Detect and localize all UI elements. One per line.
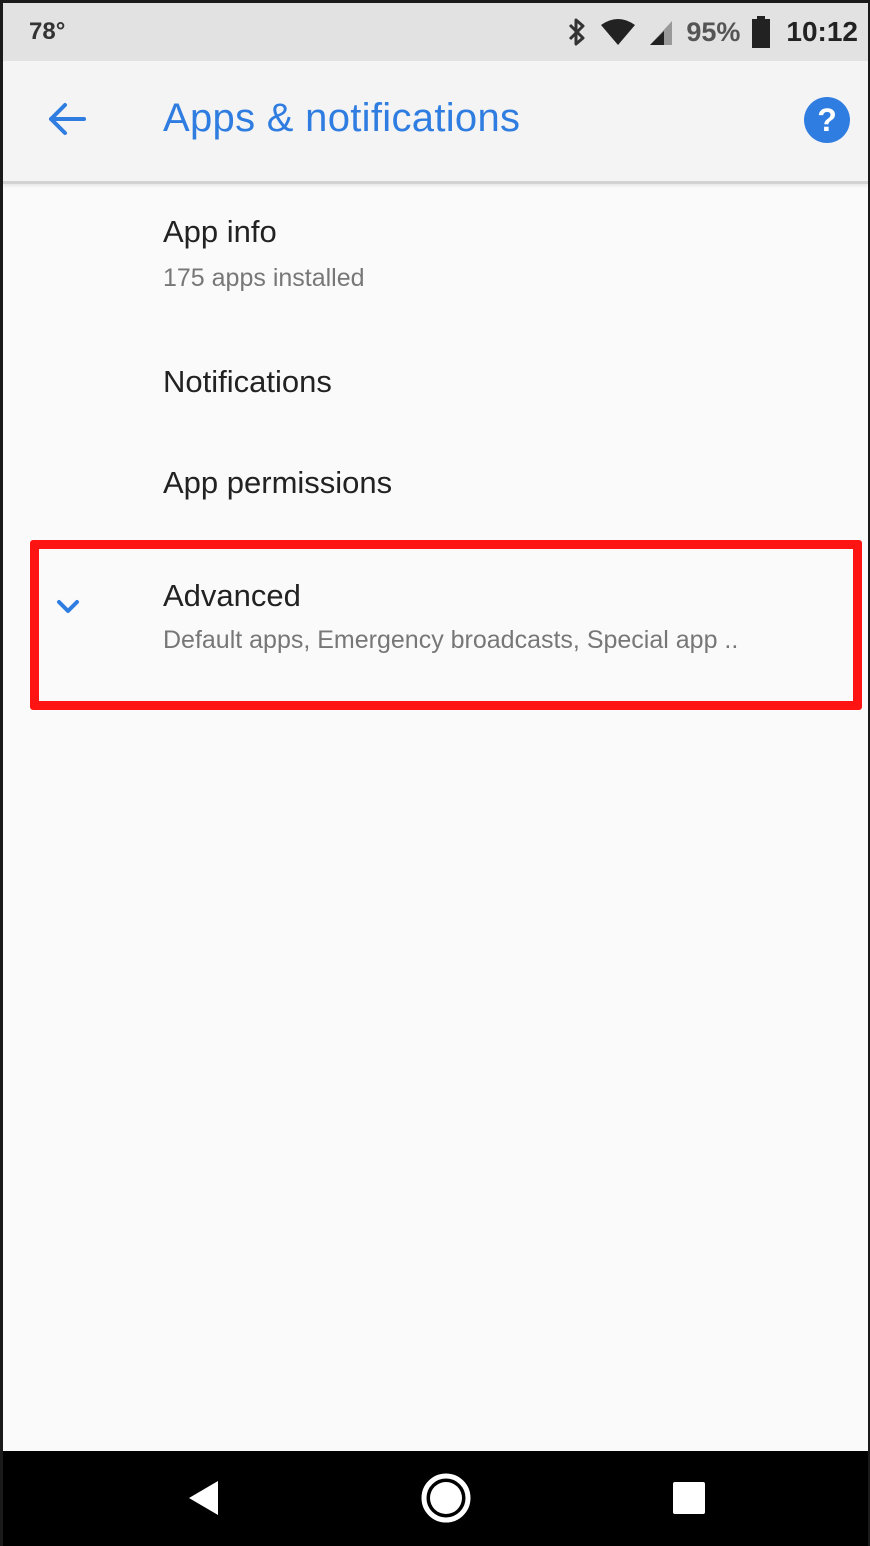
app-bar: Apps & notifications ?	[3, 61, 868, 184]
wifi-icon	[600, 17, 636, 47]
list-item-title: App permissions	[163, 465, 393, 500]
navigation-bar	[3, 1451, 868, 1546]
status-bar: 78° 95% 10:12	[3, 3, 868, 61]
nav-recent-button[interactable]	[639, 1451, 739, 1546]
help-button[interactable]: ?	[804, 97, 850, 143]
arrow-back-icon	[47, 102, 87, 141]
battery-icon	[752, 16, 771, 48]
list-item-subtitle: Default apps, Emergency broadcasts, Spec…	[163, 626, 739, 654]
page-title: Apps & notifications	[163, 96, 521, 140]
bluetooth-icon	[566, 17, 588, 47]
clock: 10:12	[786, 16, 858, 47]
battery-percent: 95%	[686, 16, 741, 47]
nav-home-icon	[420, 1472, 472, 1529]
nav-back-button[interactable]	[153, 1451, 253, 1546]
list-item-advanced[interactable]: Advanced Default apps, Emergency broadca…	[3, 541, 868, 711]
list-item-app-info[interactable]: App info 175 apps installed	[3, 184, 868, 314]
back-button[interactable]	[37, 91, 97, 151]
list-item-title: Notifications	[163, 364, 332, 399]
nav-home-button[interactable]	[396, 1451, 496, 1546]
nav-back-icon	[186, 1479, 220, 1522]
list-item-app-permissions[interactable]: App permissions	[3, 434, 868, 534]
chevron-down-icon	[55, 598, 81, 621]
nav-recent-icon	[672, 1481, 706, 1520]
help-icon: ?	[817, 101, 837, 138]
status-icons: 95% 10:12	[566, 11, 858, 53]
list-item-notifications[interactable]: Notifications	[3, 334, 868, 434]
temperature-readout: 78°	[29, 18, 66, 45]
list-item-title: Advanced	[163, 578, 301, 613]
phone-screen: 78° 95% 10:12 Apps & notifications ? App…	[0, 0, 870, 1546]
list-item-title: App info	[163, 214, 277, 249]
list-item-subtitle: 175 apps installed	[163, 264, 365, 292]
cell-signal-icon	[648, 17, 674, 47]
